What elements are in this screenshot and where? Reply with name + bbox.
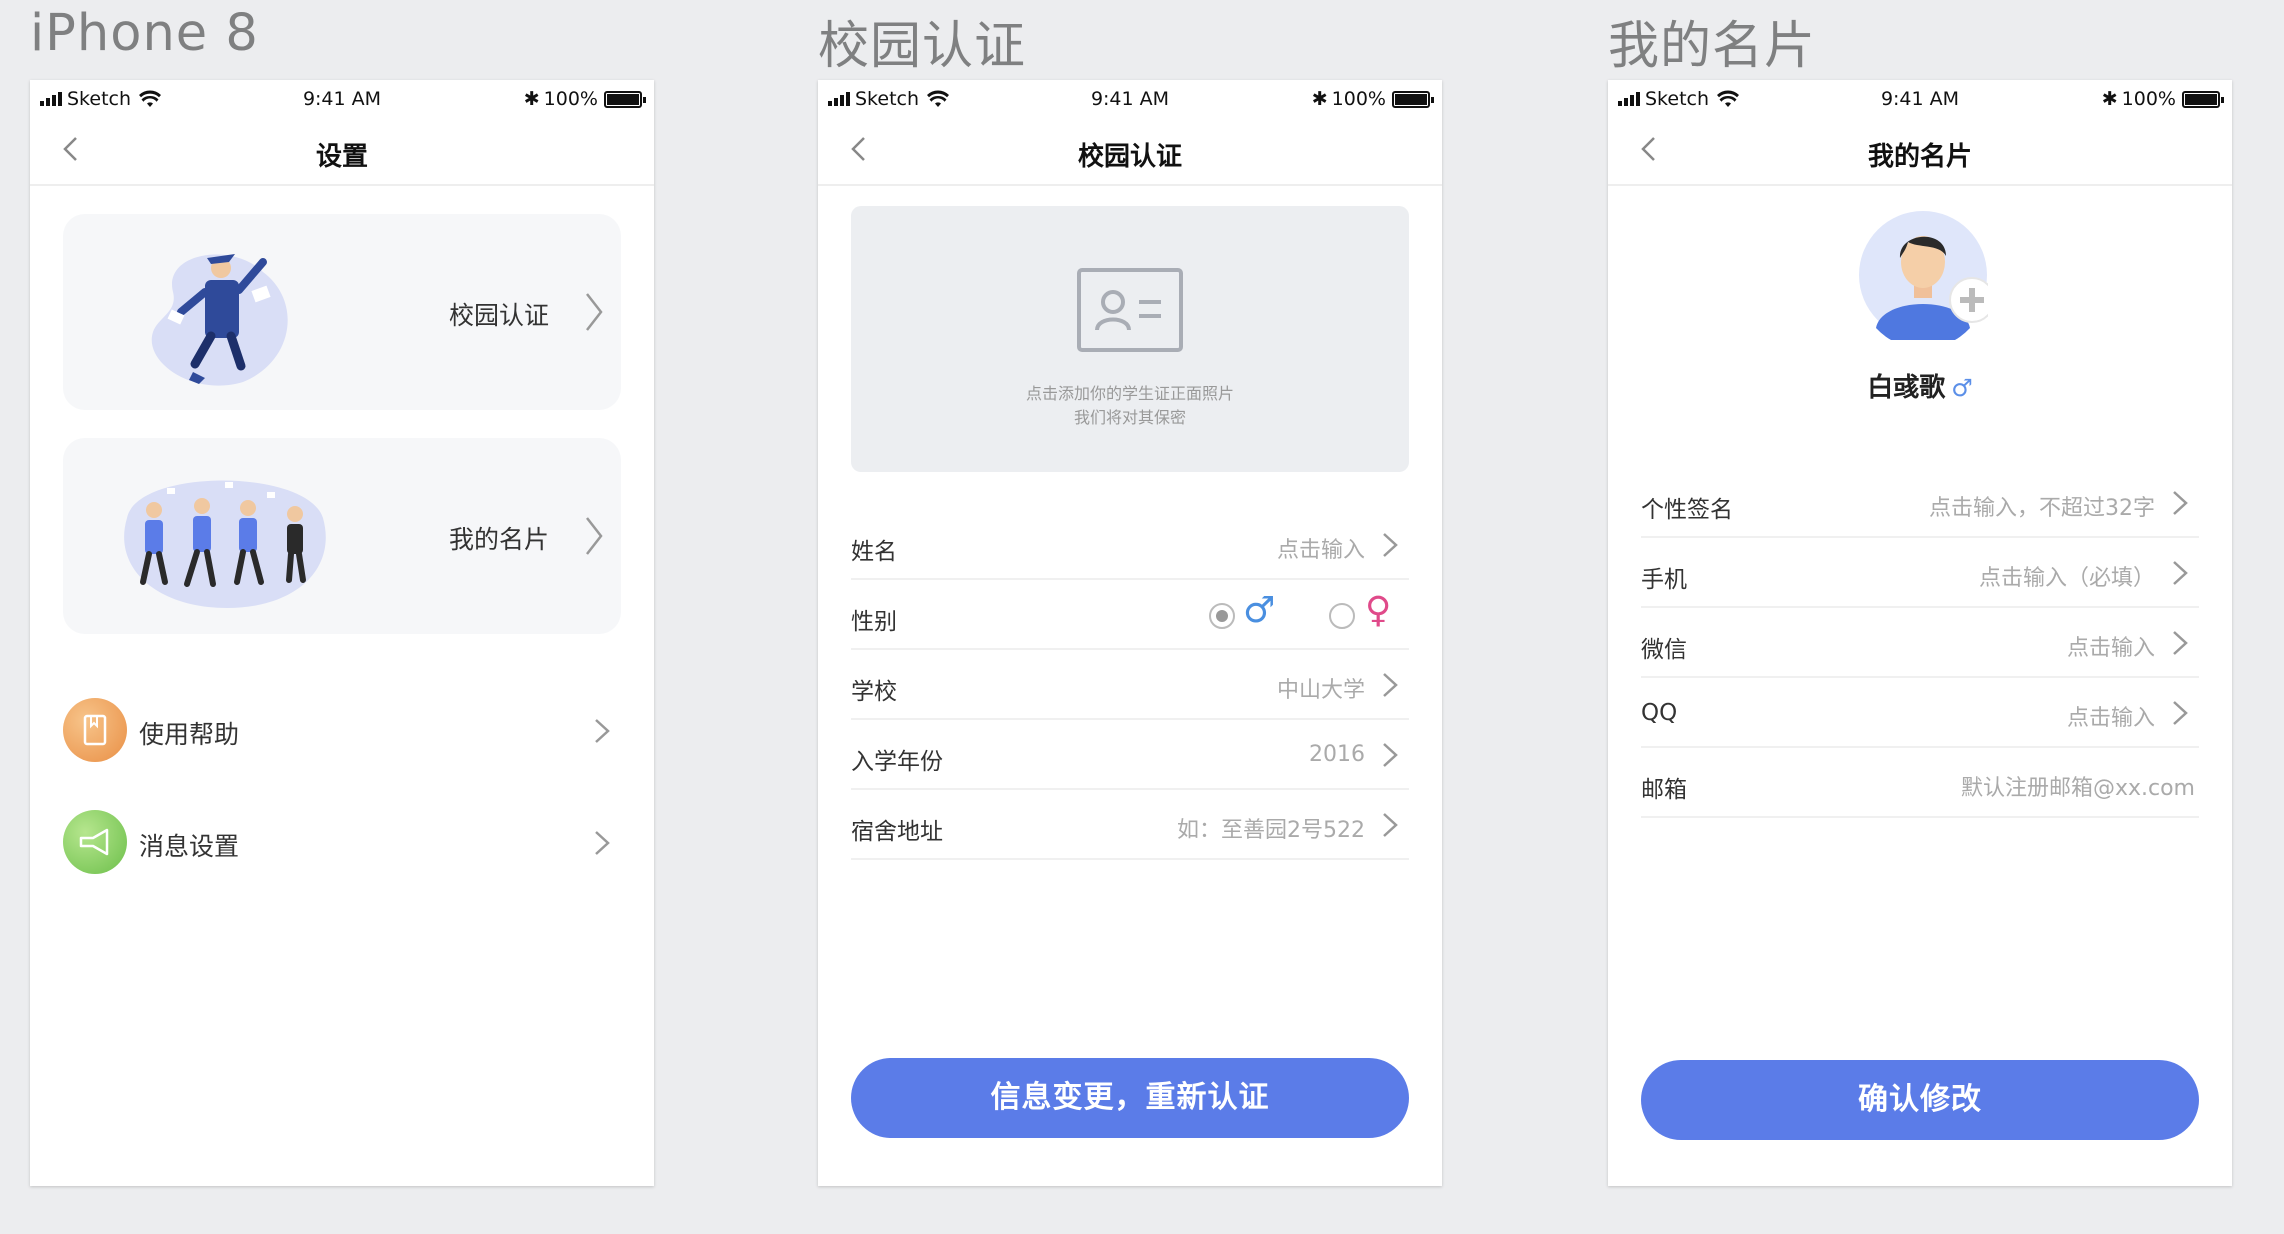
chevron-right-icon (1383, 673, 1398, 697)
field-value: 点击输入 (2066, 636, 2155, 661)
qq-field[interactable]: QQ 点击输入 (1641, 678, 2199, 748)
status-bar: Sketch 9:41 AM ✱ 100% (30, 80, 654, 116)
school-field[interactable]: 学校 中山大学 (851, 650, 1409, 720)
email-field[interactable]: 邮箱 默认注册邮箱@xx.com (1641, 748, 2199, 818)
field-value: 中山大学 (1276, 678, 1365, 703)
field-value: 点击输入 (2066, 706, 2155, 731)
battery-percent: 100% (1331, 88, 1386, 110)
field-label: QQ (1641, 700, 1678, 726)
frame-label-iphone8: iPhone 8 (30, 4, 259, 63)
status-bar: Sketch 9:41 AM ✱ 100% (818, 80, 1442, 116)
female-icon: ♀ (1365, 590, 1392, 631)
confirm-edit-button[interactable]: 确认修改 (1641, 1060, 2199, 1140)
frame-label-card: 我的名片 (1608, 17, 1817, 76)
campus-cert-card[interactable]: 校园认证 (63, 214, 621, 410)
navbar: 设置 (30, 116, 654, 186)
chevron-right-icon (1383, 743, 1398, 767)
page-title: 设置 (315, 142, 368, 172)
phone-field[interactable]: 手机 点击输入（必填） (1641, 538, 2199, 608)
battery-icon (1392, 90, 1434, 108)
id-card-icon (1077, 268, 1183, 352)
bluetooth-icon: ✱ (523, 88, 540, 110)
battery-icon (2182, 90, 2224, 108)
gender-field: 性别 ♂ ♀ (851, 580, 1409, 650)
field-label: 邮箱 (1641, 777, 1687, 803)
graduate-illustration (151, 254, 288, 386)
battery-icon (604, 90, 646, 108)
chevron-right-icon (2173, 701, 2188, 725)
card-label: 校园认证 (448, 301, 549, 330)
recertify-button[interactable]: 信息变更，重新认证 (851, 1058, 1409, 1138)
page-title: 校园认证 (1077, 142, 1182, 172)
field-label: 手机 (1641, 567, 1687, 593)
dorm-address-field[interactable]: 宿舍地址 如：至善园2号522 (851, 790, 1409, 860)
field-value: 点击输入（必填） (1978, 566, 2155, 591)
field-value: 点击输入 (1276, 538, 1365, 563)
field-value: 点击输入，不超过32字 (1929, 496, 2155, 521)
card-label: 我的名片 (448, 525, 549, 554)
upload-hint: 点击添加你的学生证正面照片 (1025, 384, 1234, 403)
chevron-right-icon (2173, 631, 2188, 655)
field-label: 性别 (851, 609, 897, 635)
enrollment-year-field[interactable]: 入学年份 2016 (851, 720, 1409, 790)
chevron-right-icon (2173, 561, 2188, 585)
field-value: 2016 (1309, 742, 1365, 767)
gender-male-radio[interactable] (1209, 603, 1235, 629)
page-title: 我的名片 (1867, 142, 1972, 172)
menu-item-help[interactable]: 使用帮助 (63, 698, 621, 768)
field-label: 个性签名 (1641, 497, 1733, 523)
status-bar: Sketch 9:41 AM ✱ 100% (1608, 80, 2232, 116)
chevron-right-icon (586, 517, 603, 555)
field-label: 宿舍地址 (851, 819, 943, 845)
frame-label-campus: 校园认证 (818, 17, 1027, 76)
field-value: 如：至善园2号522 (1177, 818, 1365, 843)
megaphone-icon (63, 810, 127, 874)
chevron-right-icon (1383, 813, 1398, 837)
chevron-right-icon (586, 293, 603, 331)
celebration-illustration (124, 480, 326, 608)
menu-label: 使用帮助 (139, 720, 240, 749)
book-icon (63, 698, 127, 762)
field-label: 学校 (851, 679, 897, 705)
user-name: 白彧歌 ♂ (1608, 367, 2232, 404)
student-id-upload[interactable]: 点击添加你的学生证正面照片 我们将对其保密 (851, 206, 1409, 472)
wechat-field[interactable]: 微信 点击输入 (1641, 608, 2199, 678)
navbar: 我的名片 (1608, 116, 2232, 186)
field-label: 微信 (1641, 637, 1687, 663)
business-card-card[interactable]: 我的名片 (63, 438, 621, 634)
male-icon: ♂ (1951, 374, 1973, 402)
chevron-right-icon (2173, 491, 2188, 515)
bluetooth-icon: ✱ (1311, 88, 1328, 110)
chevron-right-icon (595, 719, 610, 743)
battery-percent: 100% (2121, 88, 2176, 110)
gender-female-radio[interactable] (1329, 603, 1355, 629)
phone-campus-cert: Sketch 9:41 AM ✱ 100% 校园认证 点击添加你的学生证正面照片… (818, 80, 1442, 1186)
male-icon: ♂ (1243, 590, 1276, 631)
navbar: 校园认证 (818, 116, 1442, 186)
menu-label: 消息设置 (139, 832, 240, 861)
bluetooth-icon: ✱ (2101, 88, 2118, 110)
battery-percent: 100% (543, 88, 598, 110)
field-value: 默认注册邮箱@xx.com (1960, 776, 2195, 801)
chevron-right-icon (1383, 533, 1398, 557)
avatar[interactable] (1858, 210, 1988, 340)
signature-field[interactable]: 个性签名 点击输入，不超过32字 (1641, 468, 2199, 538)
upload-hint-privacy: 我们将对其保密 (1073, 408, 1186, 427)
name-field[interactable]: 姓名 点击输入 (851, 510, 1409, 580)
field-label: 姓名 (851, 539, 897, 565)
menu-item-notifications[interactable]: 消息设置 (63, 810, 621, 880)
phone-my-card: Sketch 9:41 AM ✱ 100% 我的名片 白彧歌 ♂ 个性签名 点击输… (1608, 80, 2232, 1186)
phone-settings: Sketch 9:41 AM ✱ 100% 设置 校园认证 我的名片 使用帮助 … (30, 80, 654, 1186)
chevron-right-icon (595, 831, 610, 855)
field-label: 入学年份 (851, 749, 943, 775)
name-text: 白彧歌 (1867, 373, 1946, 403)
